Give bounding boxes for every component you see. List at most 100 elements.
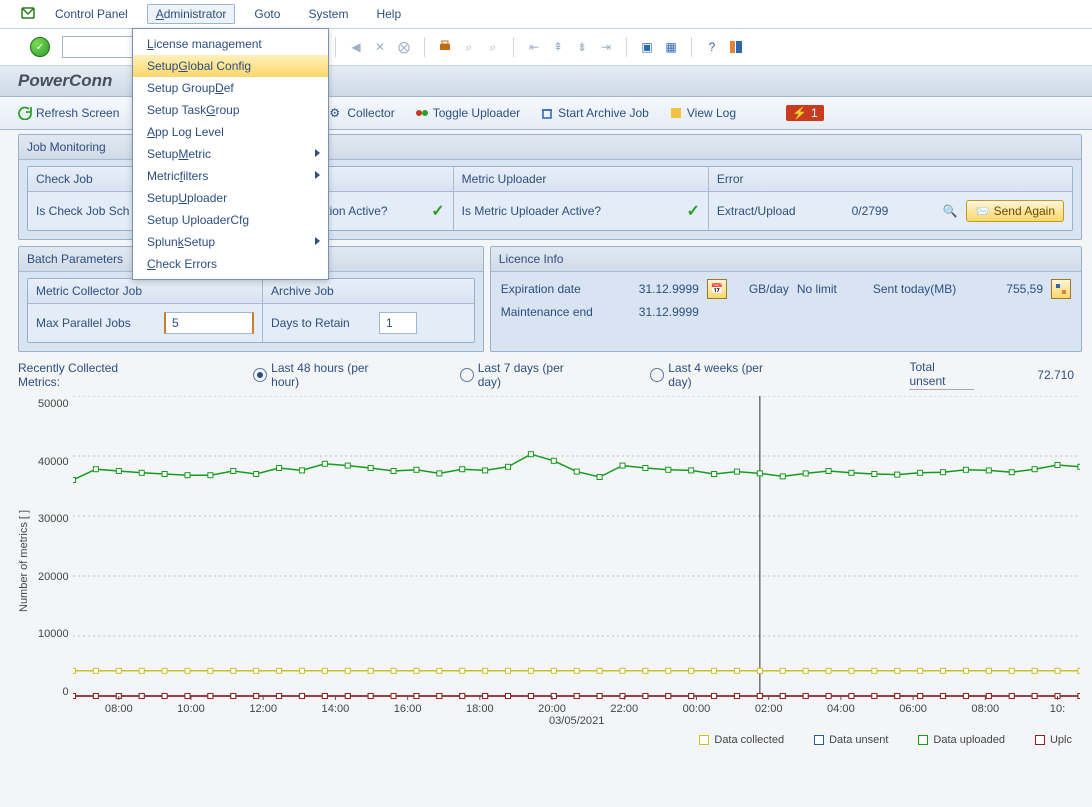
- legend-data-unsent: Data unsent: [814, 734, 888, 746]
- chart-legend: Data collected Data unsent Data uploaded Up…: [0, 726, 1092, 754]
- legend-data-collected: Data collected: [699, 734, 784, 746]
- metric-collector-header: Metric Collector Job: [28, 279, 262, 304]
- menu-system[interactable]: System: [299, 4, 357, 24]
- view-log-button[interactable]: View Log: [669, 106, 736, 120]
- max-parallel-label: Max Parallel Jobs: [36, 316, 156, 330]
- legend-data-uploaded: Data uploaded: [918, 734, 1005, 746]
- menu-item-splunk-setup[interactable]: Splunk Setup: [133, 231, 328, 253]
- menu-item-setup-metric[interactable]: Setup Metric: [133, 143, 328, 165]
- svg-text:06:00: 06:00: [899, 703, 927, 715]
- archive-job-header: Archive Job: [263, 279, 474, 304]
- error-badge[interactable]: ⚡ 1: [786, 105, 824, 121]
- legend-uplc: Uplc: [1035, 734, 1072, 746]
- radio-48h[interactable]: Last 48 hours (per hour): [253, 361, 400, 389]
- menu-administrator[interactable]: Administrator: [147, 4, 236, 24]
- cancel-icon[interactable]: ⨂: [394, 37, 414, 57]
- maintenance-value: 31.12.9999: [639, 305, 699, 319]
- project-icon: [20, 6, 36, 22]
- expiration-label: Expiration date: [501, 282, 631, 296]
- refresh-screen-button[interactable]: Refresh Screen: [18, 106, 119, 120]
- send-icon: 📨: [975, 204, 990, 218]
- metric-uploader-header: Metric Uploader: [454, 167, 708, 192]
- menubar: Control Panel Administrator Goto System …: [0, 0, 1092, 29]
- svg-text:16:00: 16:00: [393, 703, 421, 715]
- menu-control-panel[interactable]: Control Panel: [46, 4, 137, 24]
- svg-text:04:00: 04:00: [827, 703, 855, 715]
- magnify-icon[interactable]: 🔍: [943, 204, 958, 218]
- svg-text:03/05/2021: 03/05/2021: [549, 715, 604, 726]
- menu-item-license-management[interactable]: License management: [133, 33, 328, 55]
- error-count: 1: [811, 106, 818, 120]
- metrics-chart: Number of metrics [ ] 500004000030000200…: [18, 396, 1080, 726]
- menu-item-setup-global-config[interactable]: Setup Global Config: [133, 55, 328, 77]
- collection-check-icon: ✓: [431, 201, 444, 221]
- svg-text:18:00: 18:00: [466, 703, 494, 715]
- days-retain-input[interactable]: 1: [379, 312, 417, 334]
- administrator-dropdown: License managementSetup Global ConfigSet…: [132, 28, 329, 280]
- menu-item-setup-uploader[interactable]: Setup Uploader: [133, 187, 328, 209]
- prev-page-icon[interactable]: ⇞: [548, 37, 568, 57]
- last-page-icon[interactable]: ⇥: [596, 37, 616, 57]
- svg-text:10:00: 10:00: [177, 703, 205, 715]
- start-archive-job-button[interactable]: Start Archive Job: [540, 106, 649, 120]
- calendar-icon[interactable]: 📅: [707, 279, 727, 299]
- send-again-label: Send Again: [994, 204, 1055, 218]
- first-page-icon[interactable]: ⇤: [524, 37, 544, 57]
- print-icon[interactable]: [435, 37, 455, 57]
- max-parallel-input[interactable]: 5: [164, 312, 254, 334]
- gear-icon: ⚙: [329, 106, 343, 120]
- log-icon: [669, 106, 683, 120]
- back-icon[interactable]: ◀: [346, 37, 366, 57]
- find-next-icon[interactable]: ⌕: [483, 37, 503, 57]
- total-unsent-label: Total unsent: [909, 360, 974, 390]
- layout-icon[interactable]: [726, 37, 746, 57]
- expiration-value: 31.12.9999: [639, 282, 699, 296]
- error-icon: ⚡: [792, 106, 807, 120]
- sent-today-value: 755,59: [1006, 282, 1043, 296]
- error-count-value: 0/2799: [852, 204, 889, 218]
- archive-label: Start Archive Job: [558, 106, 649, 120]
- send-again-button[interactable]: 📨 Send Again: [966, 200, 1064, 222]
- menu-help[interactable]: Help: [367, 4, 410, 24]
- create-shortcut-icon[interactable]: ▦: [661, 37, 681, 57]
- expand-icon[interactable]: [1051, 279, 1071, 299]
- days-retain-label: Days to Retain: [271, 316, 371, 330]
- refresh-icon: [18, 106, 32, 120]
- svg-text:00:00: 00:00: [682, 703, 710, 715]
- timerange-controls: Recently Collected Metrics: Last 48 hour…: [0, 352, 1092, 392]
- radio-4w[interactable]: Last 4 weeks (per day): [650, 361, 789, 389]
- exit-icon[interactable]: ✕: [370, 37, 390, 57]
- chart-ylabel: Number of metrics [ ]: [18, 396, 34, 726]
- uploader-value: Is Metric Uploader Active?: [462, 204, 601, 218]
- gbday-label: GB/day: [749, 282, 789, 296]
- total-unsent-value: 72.710: [1034, 368, 1074, 382]
- error-header: Error: [709, 167, 1072, 192]
- uploader-check-icon: ✓: [686, 201, 699, 221]
- svg-text:20:00: 20:00: [538, 703, 566, 715]
- collector-label: Collector: [347, 106, 394, 120]
- help-icon[interactable]: ?: [702, 37, 722, 57]
- licence-header: Licence Info: [491, 247, 1081, 272]
- svg-text:02:00: 02:00: [754, 703, 782, 715]
- maintenance-label: Maintenance end: [501, 305, 631, 319]
- toggle-uploader-button[interactable]: Toggle Uploader: [415, 106, 520, 120]
- next-page-icon[interactable]: ⇟: [572, 37, 592, 57]
- menu-item-check-errors[interactable]: Check Errors: [133, 253, 328, 275]
- enter-ok-icon[interactable]: ✓: [30, 37, 50, 57]
- menu-item-setup-uploader-cfg[interactable]: Setup Uploader Cfg: [133, 209, 328, 231]
- collector-button[interactable]: ⚙ Collector: [329, 106, 394, 120]
- radio-7d[interactable]: Last 7 days (per day): [460, 361, 591, 389]
- chart-plot-area: 08:0010:0012:0014:0016:0018:0020:0022:00…: [73, 396, 1080, 726]
- licence-info-panel: Licence Info Expiration date 31.12.9999 …: [490, 246, 1082, 352]
- menu-item-setup-task-group[interactable]: Setup Task Group: [133, 99, 328, 121]
- svg-text:08:00: 08:00: [105, 703, 133, 715]
- sent-today-label: Sent today(MB): [873, 282, 956, 296]
- toggle-icon: [415, 106, 429, 120]
- toggle-label: Toggle Uploader: [433, 106, 520, 120]
- menu-item-app-log-level[interactable]: App Log Level: [133, 121, 328, 143]
- menu-item-setup-group-def[interactable]: Setup Group Def: [133, 77, 328, 99]
- menu-item-metric-filters[interactable]: Metric filters: [133, 165, 328, 187]
- find-icon[interactable]: ⌕: [459, 37, 479, 57]
- new-session-icon[interactable]: ▣: [637, 37, 657, 57]
- menu-goto[interactable]: Goto: [245, 4, 289, 24]
